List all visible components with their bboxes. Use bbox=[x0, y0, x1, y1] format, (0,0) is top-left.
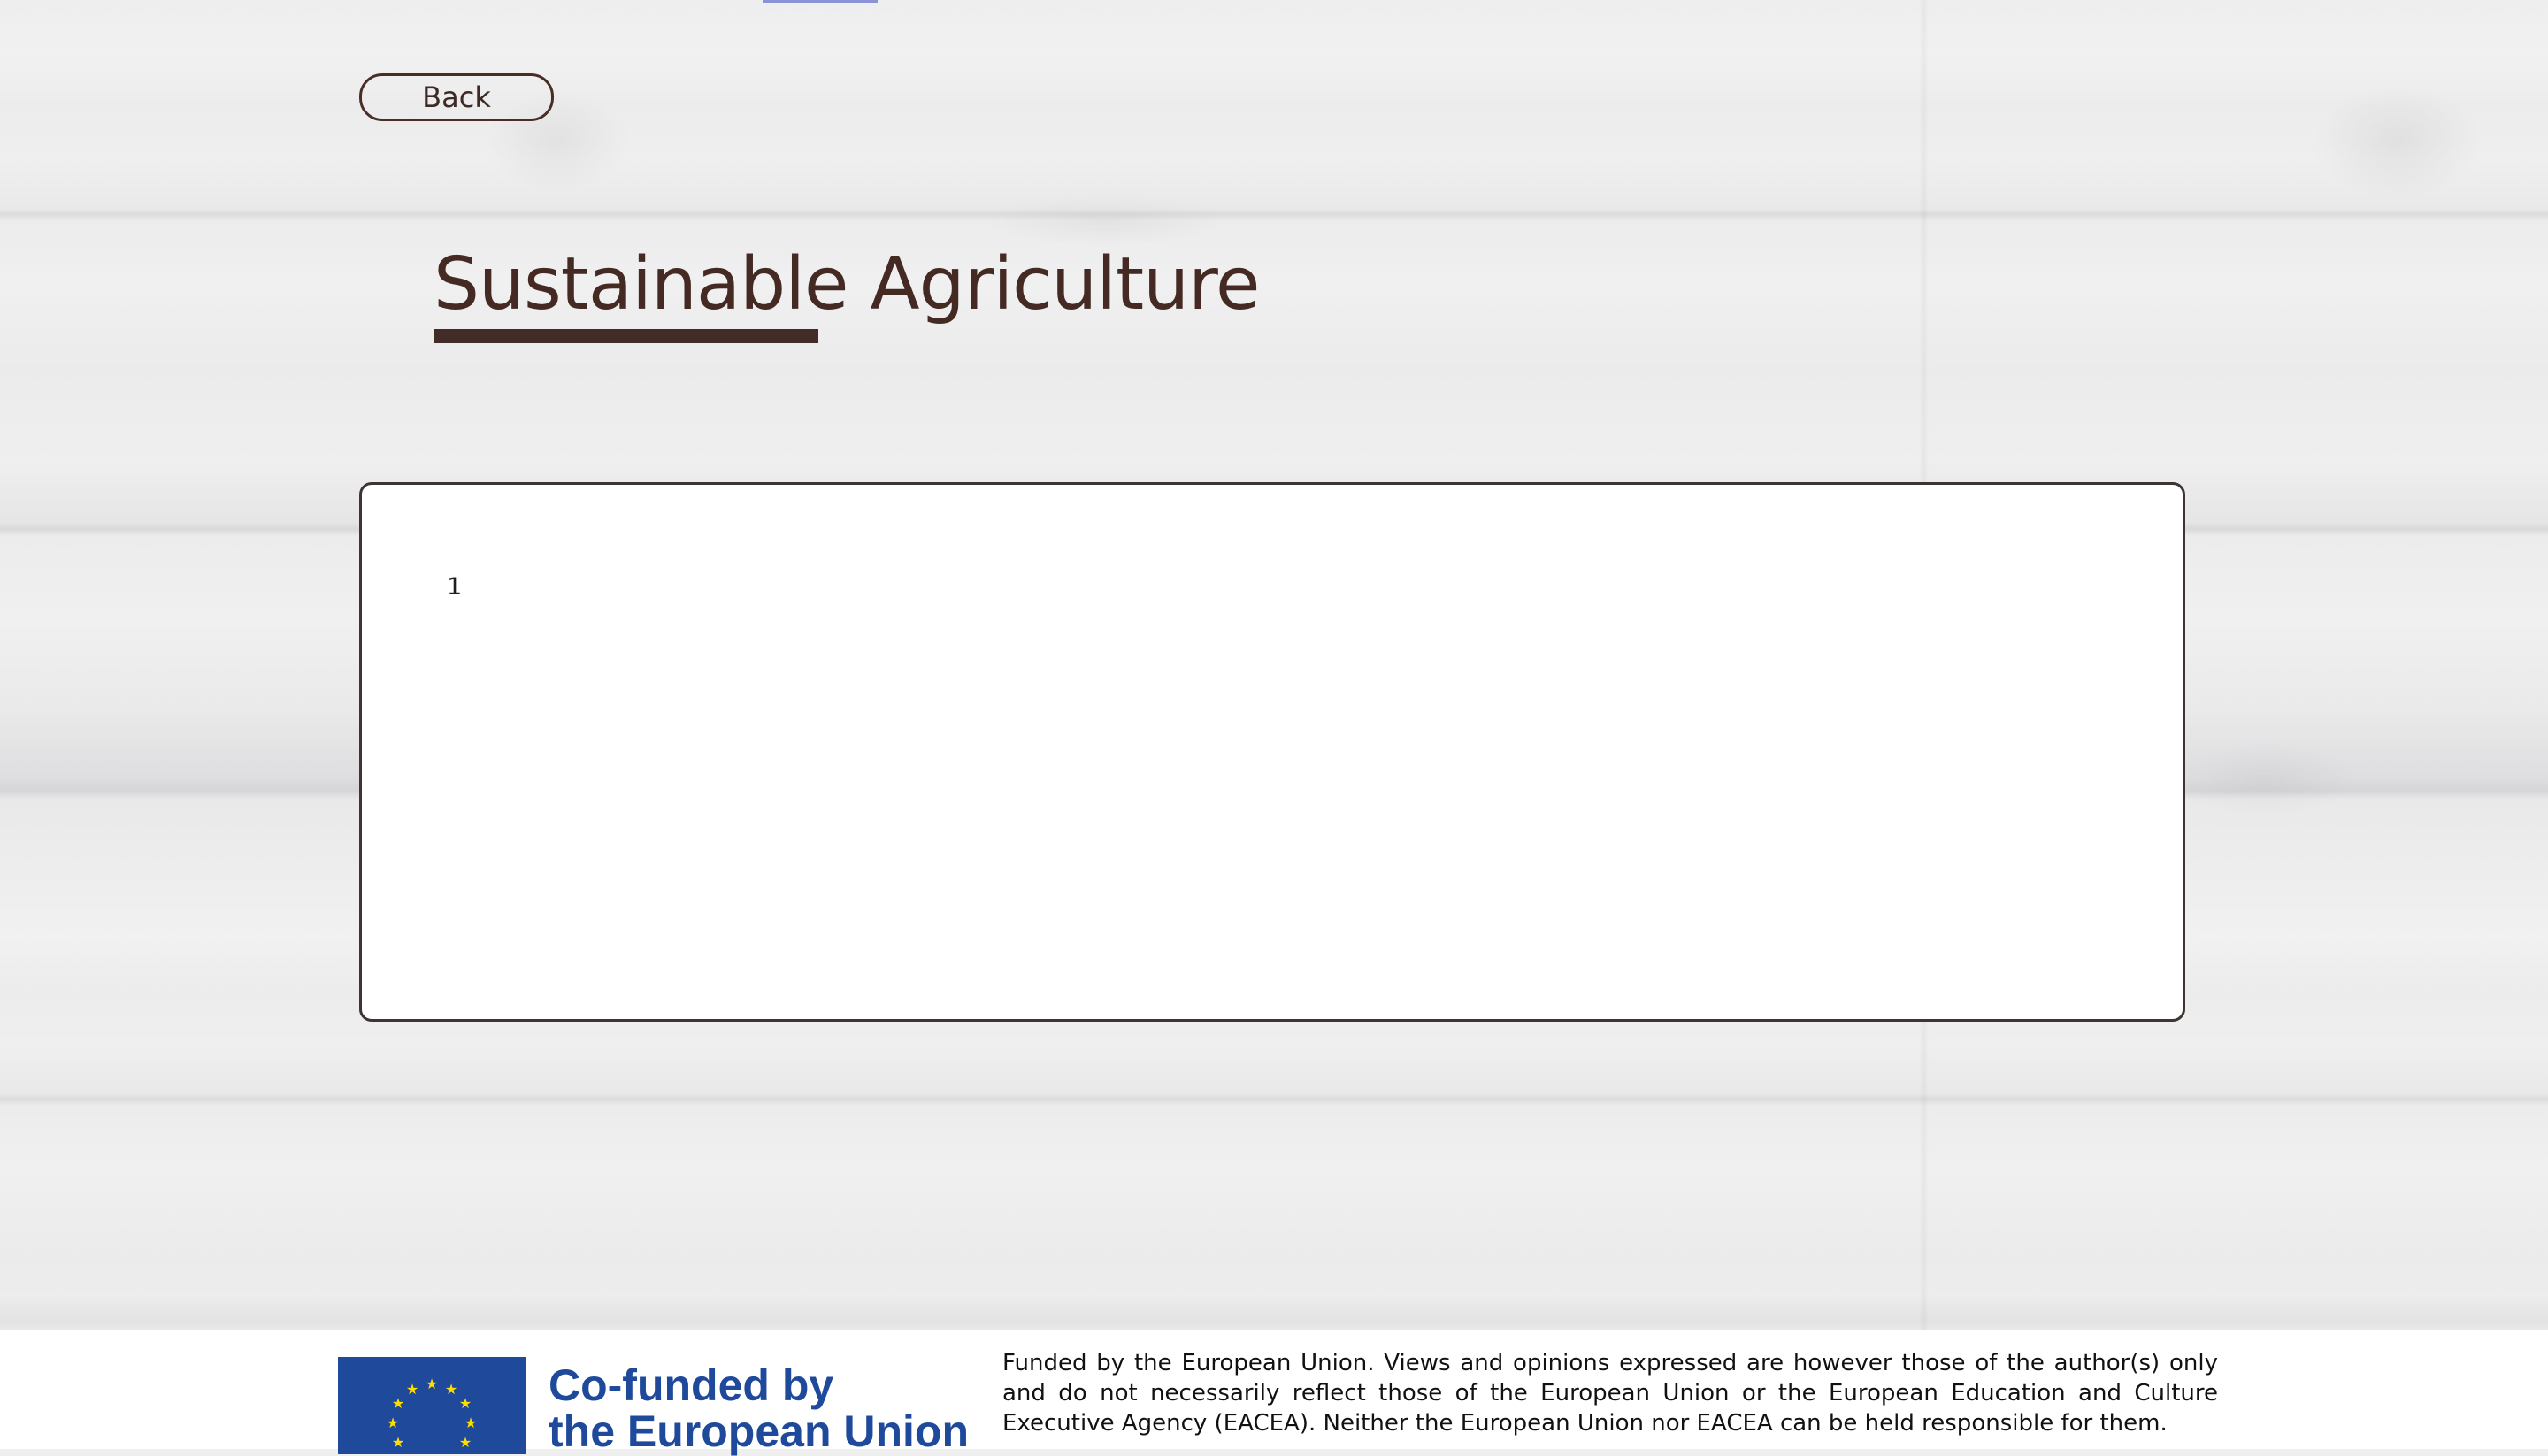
eu-cofunded-line1: Co-funded by bbox=[549, 1360, 834, 1410]
svg-text:★: ★ bbox=[464, 1414, 477, 1431]
svg-text:★: ★ bbox=[459, 1395, 472, 1412]
svg-text:★: ★ bbox=[406, 1381, 418, 1398]
svg-text:★: ★ bbox=[387, 1414, 399, 1431]
svg-text:★: ★ bbox=[392, 1434, 404, 1451]
svg-text:★: ★ bbox=[426, 1376, 438, 1392]
back-button[interactable]: Back bbox=[359, 73, 554, 121]
page-title-container: Sustainable Agriculture bbox=[434, 232, 1260, 356]
content-panel: 1 bbox=[359, 482, 2185, 1022]
top-scroll-indicator bbox=[763, 0, 878, 3]
title-underline bbox=[434, 329, 818, 343]
footer: ★ ★ ★ ★ ★ ★ ★ ★ ★ Co-funded by the Europ… bbox=[0, 1330, 2548, 1454]
panel-text: 1 bbox=[447, 573, 463, 601]
svg-text:★: ★ bbox=[392, 1395, 404, 1412]
eu-stars-icon: ★ ★ ★ ★ ★ ★ ★ ★ ★ bbox=[387, 1376, 477, 1451]
page-title: Sustainable Agriculture bbox=[434, 242, 1260, 326]
eu-cofunded-line2: the European Union bbox=[549, 1406, 969, 1456]
eu-cofunded-label: Co-funded by the European Union bbox=[549, 1362, 969, 1454]
svg-text:★: ★ bbox=[459, 1434, 472, 1451]
eu-flag-icon: ★ ★ ★ ★ ★ ★ ★ ★ ★ bbox=[338, 1357, 526, 1454]
funding-disclaimer: Funded by the European Union. Views and … bbox=[1002, 1350, 2218, 1437]
svg-text:★: ★ bbox=[445, 1381, 457, 1398]
